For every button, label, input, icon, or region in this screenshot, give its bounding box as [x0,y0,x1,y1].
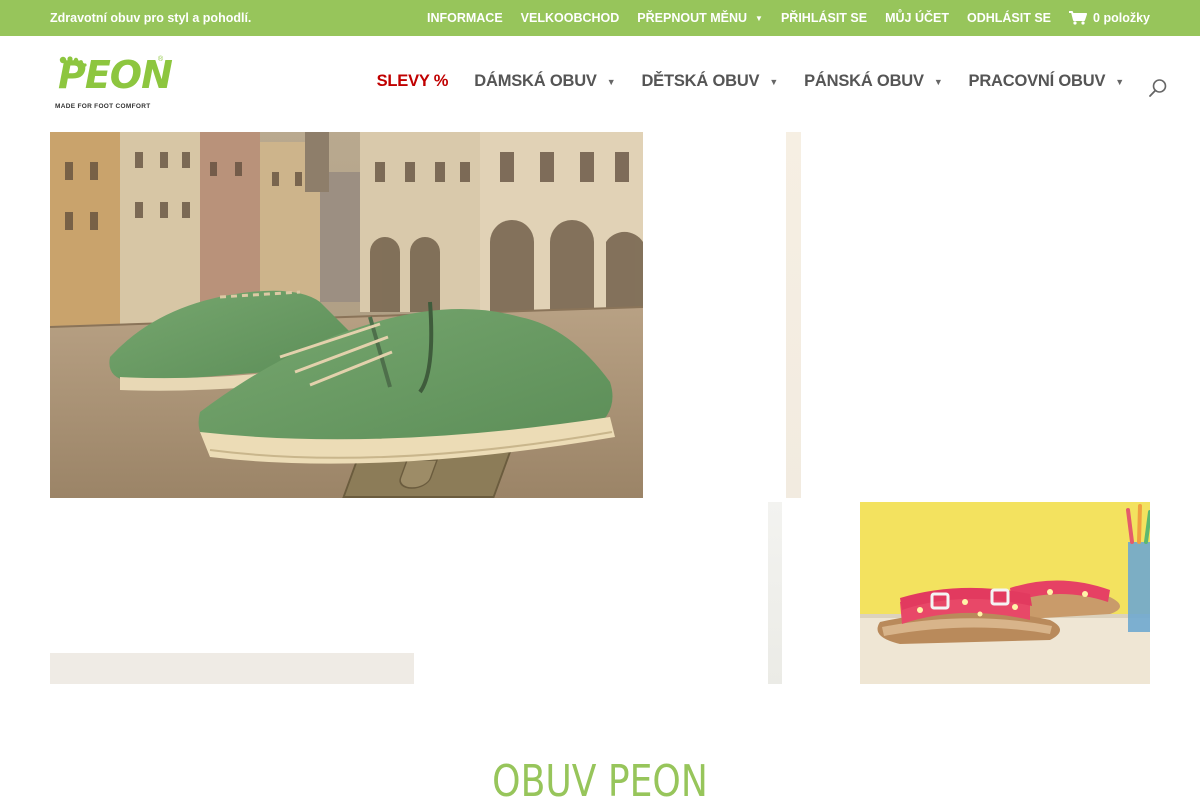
logo-brand-text: PEON [58,53,173,97]
top-link-label: INFORMACE [426,11,503,25]
hero-banner-image[interactable] [50,132,643,498]
section-title: OBUV PEON [492,756,708,800]
main-navigation: SLEVY % DÁMSKÁ OBUV ▼ DĚTSKÁ OBUV ▼ PÁNSKÁ… [377,72,1125,91]
banner-image-edge [786,132,801,498]
sandals-photo [860,502,1150,684]
nav-item-kids-shoes[interactable]: DĚTSKÁ OBUV ▼ [641,72,778,91]
top-link-my-account[interactable]: MŮJ ÚČET [885,11,949,25]
cart-link[interactable]: 0 položky [1069,11,1150,25]
top-link-currency-switch[interactable]: PŘEPNOUT MĚNU ▼ [637,11,763,25]
logo-slogan: MADE FOR FOOT COMFORT [55,103,151,110]
cart-count: 0 položky [1093,11,1150,25]
nav-item-work-shoes[interactable]: PRACOVNÍ OBUV ▼ [968,72,1125,91]
nav-item-label: DÁMSKÁ OBUV [474,72,597,90]
top-bar: Zdravotní obuv pro styl a pohodlí. INFOR… [0,0,1200,36]
shoe-photo [50,132,643,498]
nav-item-label: DĚTSKÁ OBUV [641,72,760,90]
top-link-informace[interactable]: INFORMACE [427,11,503,25]
top-link-label: PŘIHLÁSIT SE [780,11,868,25]
cart-icon [1069,11,1088,25]
nav-item-label: SLEVY % [376,72,449,90]
top-link-logout[interactable]: ODHLÁSIT SE [967,11,1051,25]
chevron-down-icon: ▼ [769,76,779,87]
top-link-label: MŮJ ÚČET [885,11,949,25]
nav-item-label: PRACOVNÍ OBUV [968,72,1106,90]
search-icon[interactable] [1148,78,1168,98]
nav-item-mens-shoes[interactable]: PÁNSKÁ OBUV ▼ [804,72,943,91]
tagline: Zdravotní obuv pro styl a pohodlí. [50,11,252,25]
banner-image-edge [50,653,414,684]
site-logo[interactable]: PEON ® MADE FOR FOOT COMFORT [54,56,174,114]
top-link-label: ODHLÁSIT SE [966,11,1052,25]
chevron-down-icon: ▼ [1115,76,1124,87]
nav-item-label: PÁNSKÁ OBUV [804,72,924,90]
chevron-down-icon: ▼ [933,76,943,87]
chevron-down-icon: ▼ [755,13,763,23]
top-link-label: PŘEPNOUT MĚNU [637,11,748,25]
top-link-label: VELKOOBCHOD [520,11,620,25]
site-header: PEON ® MADE FOR FOOT COMFORT SLEVY % DÁM… [0,36,1200,132]
registered-mark-icon: ® [158,56,164,63]
top-link-login[interactable]: PŘIHLÁSIT SE [781,11,867,25]
top-navigation: INFORMACE VELKOOBCHOD PŘEPNOUT MĚNU ▼ PŘI… [427,0,1150,36]
nav-item-womens-shoes[interactable]: DÁMSKÁ OBUV ▼ [474,72,615,91]
kids-sandals-banner-image[interactable] [860,502,1150,684]
chevron-down-icon: ▼ [606,76,616,87]
top-link-velkoobchod[interactable]: VELKOOBCHOD [521,11,620,25]
nav-item-sale[interactable]: SLEVY % [377,72,449,91]
banner-image-edge [768,502,782,684]
